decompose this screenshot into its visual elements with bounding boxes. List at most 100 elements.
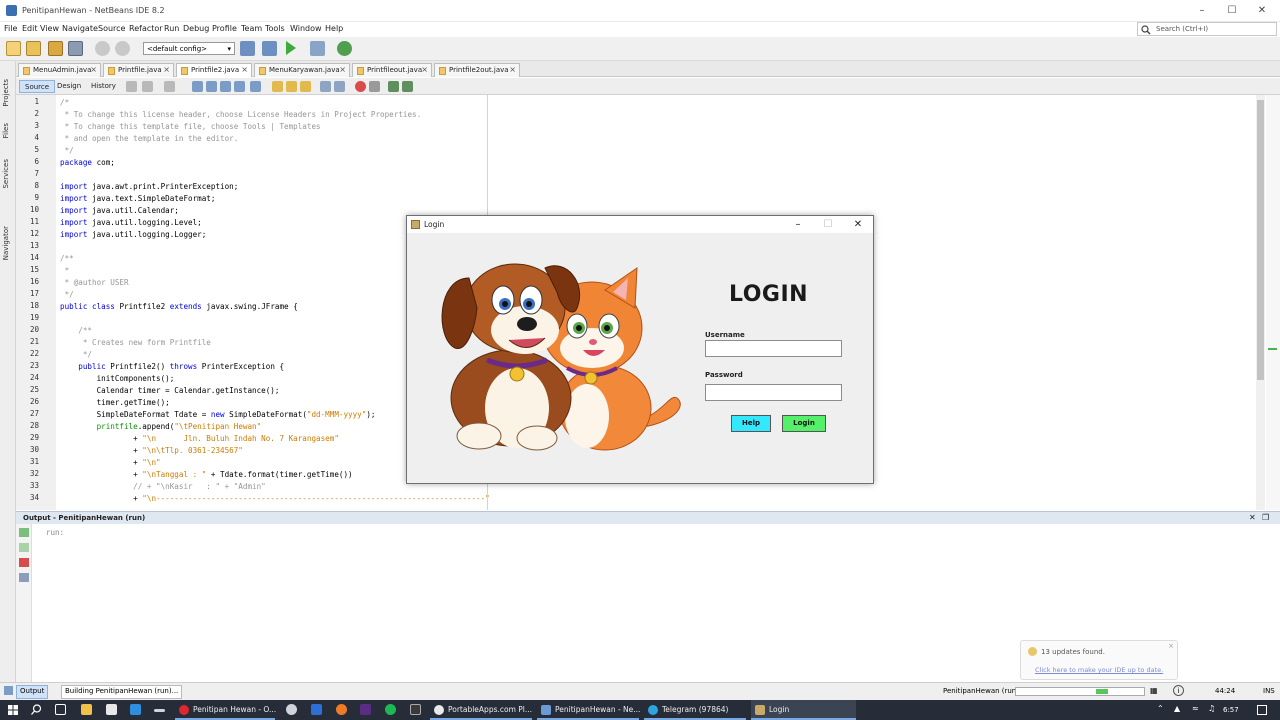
save-all-icon[interactable] (68, 41, 83, 56)
network-icon[interactable]: ▲ (1174, 704, 1180, 713)
action-center-icon[interactable] (1257, 705, 1267, 715)
find-next-icon[interactable] (220, 81, 231, 92)
taskbar-item-portableapps[interactable]: PortableApps.com Pl... (430, 700, 532, 720)
close-tab-icon[interactable]: × (421, 65, 428, 74)
search-input[interactable]: Search (Ctrl+I) (1137, 22, 1277, 36)
close-tab-icon[interactable]: × (241, 65, 248, 74)
stop-icon[interactable] (19, 558, 29, 567)
restore-output-icon[interactable]: ❐ (1262, 513, 1269, 522)
new-file-icon[interactable] (6, 41, 21, 56)
file-explorer-icon[interactable] (81, 704, 92, 715)
side-tab-files[interactable]: Files (2, 123, 10, 138)
forward-icon[interactable] (142, 81, 153, 92)
output-tab[interactable]: Output (16, 685, 49, 699)
task-view-icon[interactable] (55, 704, 66, 715)
menu-source[interactable]: Source (98, 24, 125, 33)
volume-icon[interactable]: ♫ (1208, 704, 1215, 713)
search-icon[interactable] (31, 704, 42, 715)
shift-right-icon[interactable] (334, 81, 345, 92)
shift-left-icon[interactable] (320, 81, 331, 92)
rerun-different-icon[interactable] (19, 543, 29, 552)
undo-icon[interactable] (95, 41, 110, 56)
close-icon[interactable]: ✕ (1255, 4, 1269, 18)
menu-edit[interactable]: Edit (22, 24, 38, 33)
menu-debug[interactable]: Debug (183, 24, 209, 33)
run-icon[interactable] (286, 41, 296, 55)
spotify-icon[interactable] (385, 704, 396, 715)
debug-icon[interactable] (310, 41, 325, 56)
username-field[interactable] (705, 340, 842, 357)
build-icon[interactable] (240, 41, 255, 56)
redo-icon[interactable] (115, 41, 130, 56)
close-notification-icon[interactable]: × (1168, 642, 1174, 650)
menu-window[interactable]: Window (290, 24, 322, 33)
clock[interactable]: 6:57 (1223, 706, 1239, 714)
tab-printfile2out[interactable]: Printfile2out.java × (434, 63, 520, 77)
config-select[interactable]: <default config> ▾ (143, 42, 235, 55)
find-icon[interactable] (192, 81, 203, 92)
tab-menukaryawan[interactable]: MenuKaryawan.java × (254, 63, 350, 77)
app-icon[interactable] (154, 709, 165, 712)
open-project-icon[interactable] (48, 41, 63, 56)
menu-file[interactable]: File (4, 24, 17, 33)
tab-source[interactable]: Source (19, 80, 56, 93)
rerun-icon[interactable] (19, 528, 29, 537)
menu-navigate[interactable]: Navigate (62, 24, 98, 33)
next-bookmark-icon[interactable] (286, 81, 297, 92)
menu-help[interactable]: Help (325, 24, 343, 33)
tab-design[interactable]: Design (52, 80, 86, 93)
mail-icon[interactable] (130, 704, 141, 715)
login-button[interactable]: Login (782, 415, 826, 432)
windows-start-icon[interactable] (8, 705, 18, 715)
side-tab-services[interactable]: Services (2, 159, 10, 189)
menu-tools[interactable]: Tools (265, 24, 285, 33)
maximize-icon[interactable]: ☐ (1225, 4, 1239, 18)
new-project-icon[interactable] (26, 41, 41, 56)
taskbar-item-netbeans[interactable]: PenitipanHewan - Ne... (537, 700, 640, 720)
chevron-up-icon[interactable]: ⌃ (1157, 704, 1164, 713)
minimize-icon[interactable]: – (1195, 4, 1209, 18)
taskbar-item-opera[interactable]: Penitipan Hewan - O... (175, 700, 276, 720)
close-tab-icon[interactable]: × (163, 65, 170, 74)
taskbar-item-login[interactable]: Login (751, 700, 856, 720)
start-macro-icon[interactable] (355, 81, 366, 92)
stop-macro-icon[interactable] (369, 81, 380, 92)
side-tab-navigator[interactable]: Navigator (2, 226, 10, 260)
tab-printfile2[interactable]: Printfile2.java × (176, 63, 252, 77)
clean-build-icon[interactable] (262, 41, 277, 56)
toggle-highlight-icon[interactable] (250, 81, 261, 92)
stop-build-icon[interactable]: ▦ (1150, 686, 1158, 695)
store-icon[interactable] (106, 704, 117, 715)
photoshop-icon[interactable] (311, 704, 322, 715)
close-icon[interactable]: ✕ (851, 218, 865, 232)
tab-history[interactable]: History (86, 80, 121, 93)
previous-bookmark-icon[interactable] (272, 81, 283, 92)
editor-scroll-thumb[interactable] (1257, 100, 1264, 380)
settings-icon[interactable] (19, 573, 29, 582)
profile-icon[interactable] (337, 41, 352, 56)
close-tab-icon[interactable]: × (90, 65, 97, 74)
tab-printfile[interactable]: Printfile.java × (103, 63, 174, 77)
close-tab-icon[interactable]: × (339, 65, 346, 74)
build-status[interactable]: Building PenitipanHewan (run)... (61, 685, 183, 699)
toggle-bookmark-icon[interactable] (300, 81, 311, 92)
comment-icon[interactable] (388, 81, 399, 92)
menu-refactor[interactable]: Refactor (129, 24, 163, 33)
close-output-icon[interactable]: ✕ (1249, 513, 1256, 522)
menu-profile[interactable]: Profile (212, 24, 237, 33)
menu-team[interactable]: Team (241, 24, 262, 33)
back-icon[interactable] (126, 81, 137, 92)
find-selection-icon[interactable] (234, 81, 245, 92)
firefox-icon[interactable] (336, 704, 347, 715)
last-edit-icon[interactable] (164, 81, 175, 92)
close-tab-icon[interactable]: × (509, 65, 516, 74)
notification-icon[interactable]: i (1173, 685, 1184, 696)
help-button[interactable]: Help (731, 415, 771, 432)
app-icon[interactable] (286, 704, 297, 715)
find-previous-icon[interactable] (206, 81, 217, 92)
taskbar-item-telegram[interactable]: Telegram (97864) (644, 700, 746, 720)
minimize-icon[interactable]: – (791, 218, 805, 232)
menu-run[interactable]: Run (164, 24, 179, 33)
premiere-icon[interactable] (360, 704, 371, 715)
wifi-icon[interactable]: ≈ (1192, 704, 1199, 713)
